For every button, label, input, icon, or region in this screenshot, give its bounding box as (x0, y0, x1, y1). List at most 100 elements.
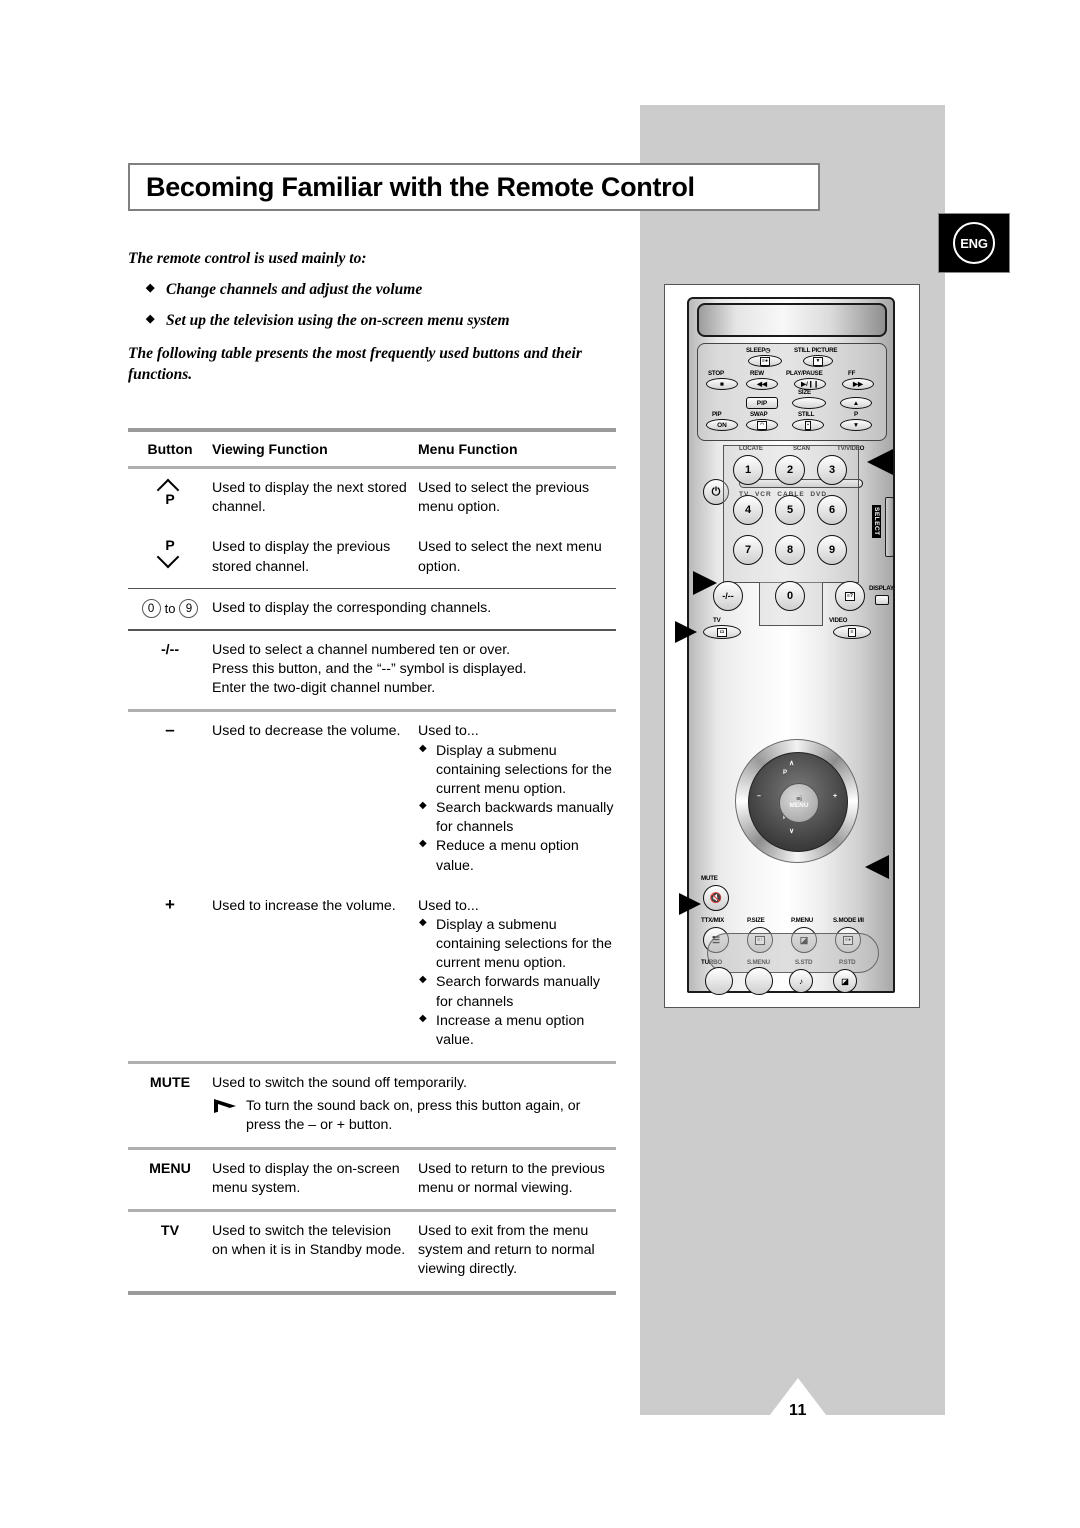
button-cell-menu: MENU (149, 1160, 191, 1177)
sleep-key-label: SLEEP◷ (746, 347, 771, 354)
p-down-key[interactable]: ▼ (840, 419, 872, 431)
menu-function-text: Used to select the previous menu option. (418, 480, 590, 516)
callout-arrow-mute (679, 893, 701, 915)
mute-key-label: MUTE (701, 875, 718, 882)
ff-key[interactable]: ▶▶ (842, 378, 874, 390)
pip-on-key[interactable]: ON (706, 419, 738, 431)
table-row: -/-- Used to select a channel numbered t… (128, 631, 616, 710)
still-glyph-icon: ▪ (804, 420, 812, 430)
viewing-function-text: Used to switch the sound off temporarily… (212, 1075, 467, 1092)
pip-box-key[interactable]: PIP (746, 397, 778, 409)
tv-key-label: TV (713, 617, 721, 624)
volume-up-icon: + (153, 896, 187, 913)
size-key[interactable] (792, 397, 826, 409)
viewing-function-text: Used to display the previous stored chan… (212, 539, 391, 575)
viewing-function-block: Used to switch the sound off temporarily… (212, 1064, 616, 1136)
diamond-bullet-icon: ◆ (146, 313, 155, 325)
remote-body: SLEEP◷ ≡● STILL PICTURE ▼ STOP ■ REW ◀◀ … (675, 297, 895, 995)
viewing-function-line: Enter the two-digit channel number. (212, 680, 436, 697)
sound-standard-icon: ♪ (799, 976, 803, 986)
play-pause-key-label: PLAY/PAUSE (786, 370, 823, 377)
intro-paragraph: The following table presents the most fr… (128, 345, 582, 383)
diamond-bullet-icon: ◆ (419, 974, 427, 986)
menu-function-bullet: ◆ Increase a menu option value. (418, 1012, 616, 1050)
stop-key[interactable]: ■ (706, 378, 738, 390)
diamond-bullet-icon: ◆ (419, 742, 427, 754)
triangle-down-icon: ▼ (852, 421, 860, 429)
button-cell-dash: -/-- (160, 641, 180, 658)
menu-function-bullet-label: Display a submenu containing selections … (436, 916, 612, 972)
table-header-row: Button Viewing Function Menu Function (128, 432, 616, 466)
pip-box-label: PIP (756, 399, 768, 407)
nav-up-icon[interactable]: ∧ (789, 759, 794, 767)
table-row: TV Used to switch the television on when… (128, 1212, 616, 1291)
key-6[interactable]: 6 (817, 495, 847, 525)
menu-function-bullet: ◆ Search forwards manually for channels (418, 973, 616, 1011)
key-9[interactable]: 9 (817, 535, 847, 565)
callout-arrow-tv (675, 621, 697, 643)
menu-function-intro: Used to... (418, 897, 479, 914)
key-2[interactable]: 2 (775, 455, 805, 485)
select-slider[interactable] (885, 497, 894, 557)
video-glyph-icon: ≡ (848, 627, 856, 637)
navigation-ring-inner[interactable]: ∧ P ∨ P – + ≡i MENU (748, 752, 848, 852)
key-3[interactable]: 3 (817, 455, 847, 485)
triangle-up-icon: ▲ (852, 399, 860, 407)
page-number: 11 (789, 1402, 807, 1419)
nav-minus-label[interactable]: – (757, 793, 761, 800)
still-key[interactable]: ▪ (792, 419, 824, 431)
s-menu-key[interactable] (745, 967, 773, 995)
sleep-label-text: SLEEP (746, 347, 766, 354)
p-key-label: P (854, 411, 858, 418)
s-std-key[interactable]: ♪ (789, 969, 813, 993)
tv-key[interactable]: ▭ (703, 625, 741, 639)
chevron-up-icon (157, 479, 183, 492)
size-up-key[interactable]: ▲ (840, 397, 872, 409)
sleep-key[interactable]: ≡● (748, 355, 782, 367)
select-label: SELECT (872, 505, 881, 538)
mute-key[interactable]: 🔇 (703, 885, 729, 911)
navigation-ring[interactable]: ∧ P ∨ P – + ≡i MENU (735, 739, 859, 863)
viewing-function-text: Used to display the on-screen menu syste… (212, 1160, 400, 1196)
nav-down-icon[interactable]: ∨ (789, 827, 794, 835)
menu-function-text: Used to return to the previous menu or n… (418, 1160, 605, 1196)
menu-function-text: Used to exit from the menu system and re… (418, 1222, 595, 1278)
rew-key[interactable]: ◀◀ (746, 378, 778, 390)
key-0[interactable]: 0 (775, 581, 805, 611)
key-5[interactable]: 5 (775, 495, 805, 525)
display-indicator-icon (875, 595, 889, 605)
key-4[interactable]: 4 (733, 495, 763, 525)
menu-key[interactable]: ≡i MENU (779, 783, 819, 823)
minus-sign-label: – (165, 720, 175, 740)
button-cell-volume-up: + (128, 887, 212, 913)
viewing-function-text: Used to switch the television on when it… (212, 1222, 406, 1259)
swap-key[interactable]: ◠ (746, 419, 778, 431)
turbo-key[interactable] (705, 967, 733, 995)
p-size-key-label: P.SIZE (747, 917, 765, 924)
video-key[interactable]: ≡ (833, 625, 871, 639)
menu-function-bullet-label: Display a submenu containing selections … (436, 742, 612, 797)
menu-function-intro: Used to... (418, 723, 479, 740)
viewing-function-text: Used to decrease the volume. (212, 723, 401, 740)
digit-zero-icon: 0 (141, 599, 161, 619)
p-std-key[interactable]: ◪ (833, 969, 857, 993)
menu-function-bullet: ◆ Search backwards manually for channels (418, 799, 616, 837)
note-text: To turn the sound back on, press this bu… (246, 1098, 581, 1134)
viewing-function-text: Used to increase the volume. (212, 897, 396, 914)
intro-lead: The remote control is used mainly to: (128, 250, 367, 267)
display-key[interactable]: ≡? (835, 581, 865, 611)
bottom-key-pill (707, 933, 879, 973)
digit-range-label: to (164, 601, 176, 617)
key-7[interactable]: 7 (733, 535, 763, 565)
nav-plus-label[interactable]: + (833, 793, 837, 800)
menu-function-text: Used to select the next menu option. (418, 539, 602, 575)
key-8[interactable]: 8 (775, 535, 805, 565)
table-bottom-rule (128, 1290, 616, 1295)
intro-bullet-label: Set up the television using the on-scree… (166, 312, 510, 329)
key-dash[interactable]: -/-- (713, 581, 743, 611)
key-1[interactable]: 1 (733, 455, 763, 485)
button-cell-volume-down: – (128, 712, 212, 740)
swap-glyph-icon: ◠ (757, 420, 767, 430)
rewind-glyph-icon: ◀◀ (757, 381, 767, 388)
still-picture-key[interactable]: ▼ (803, 355, 833, 367)
